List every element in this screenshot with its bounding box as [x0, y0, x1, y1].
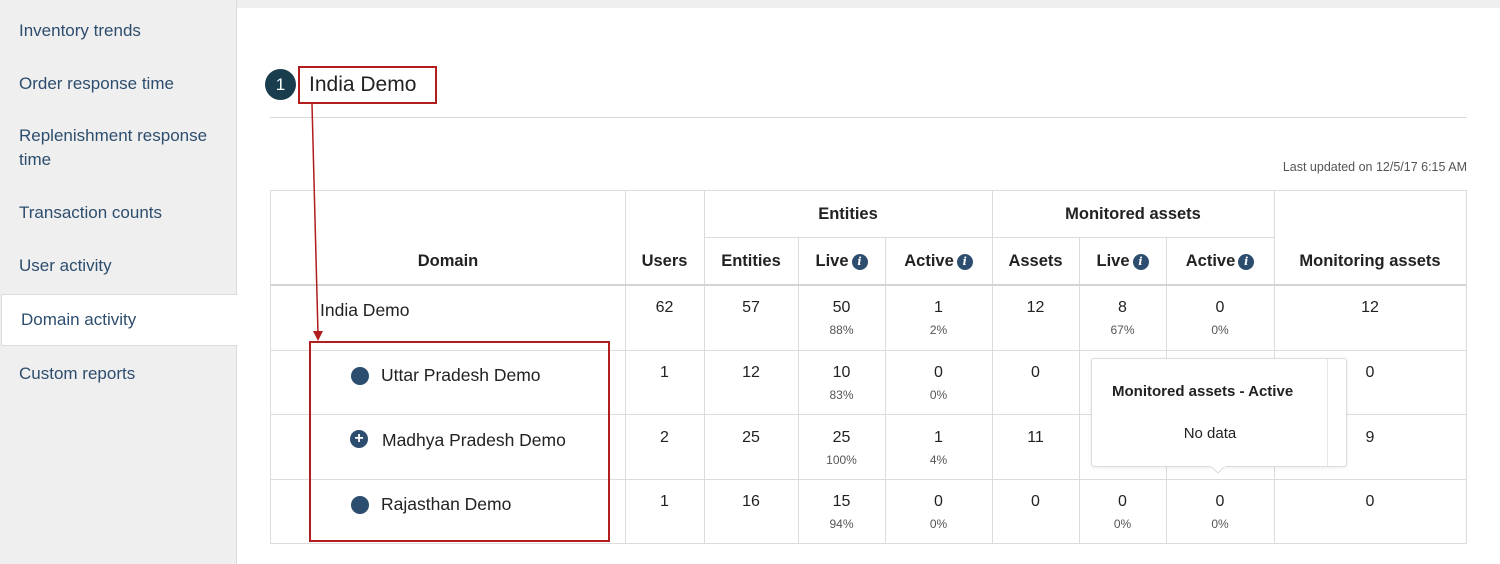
annotation-arrow — [311, 103, 323, 341]
tooltip-title: Monitored assets - Active — [1112, 383, 1294, 400]
sidebar-item-domain-activity[interactable]: Domain activity — [1, 294, 238, 346]
tooltip-body: No data — [1183, 425, 1237, 442]
tooltip-divider — [1327, 359, 1328, 466]
tooltip-tail — [1211, 466, 1225, 474]
tooltip: Monitored assets - Active No data — [1091, 358, 1347, 467]
